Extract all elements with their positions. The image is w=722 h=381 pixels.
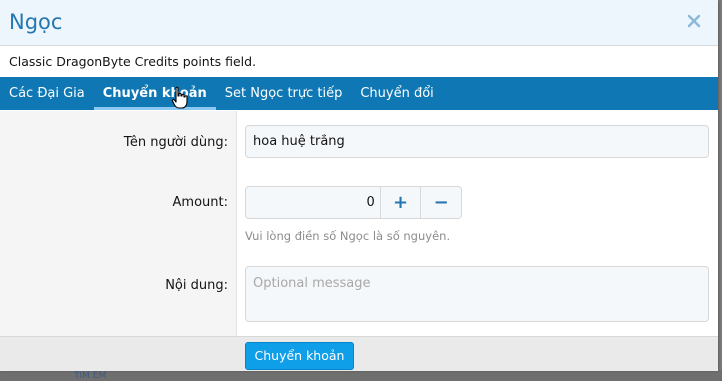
amount-label: Amount: xyxy=(172,195,228,210)
form-footer: Chuyển khoản xyxy=(0,336,718,371)
amount-hint: Vui lòng điền số Ngọc là số nguyên. xyxy=(245,229,451,243)
close-icon xyxy=(687,14,701,28)
overlay-header: Ngọc xyxy=(0,0,718,46)
transfer-submit-button[interactable]: Chuyển khoản xyxy=(245,342,354,370)
form-body: Tên người dùng: Amount: 0 + − Vui lòng đ… xyxy=(0,111,718,336)
form-divider xyxy=(236,111,237,336)
amount-stepper: 0 + − xyxy=(245,186,462,219)
decrement-button[interactable]: − xyxy=(420,187,461,218)
minus-icon: − xyxy=(433,192,449,213)
close-button[interactable] xyxy=(682,9,706,33)
message-textarea[interactable]: Optional message xyxy=(245,266,709,322)
background-page xyxy=(0,370,722,381)
background-text: TIM EM xyxy=(74,371,107,381)
tab-chuyen-khoan[interactable]: Chuyển khoản xyxy=(93,77,216,110)
tab-bar: Các Đại Gia Chuyển khoản Set Ngọc trực t… xyxy=(0,77,718,110)
amount-input[interactable]: 0 xyxy=(246,187,380,218)
tab-set-ngoc-truc-tiep[interactable]: Set Ngọc trực tiếp xyxy=(216,77,352,110)
tab-chuyen-doi[interactable]: Chuyển đổi xyxy=(351,77,442,110)
overlay-title: Ngọc xyxy=(9,10,63,34)
username-label: Tên người dùng: xyxy=(123,135,228,150)
overlay-dialog: Ngọc Classic DragonByte Credits points f… xyxy=(0,0,718,371)
username-input[interactable] xyxy=(245,125,709,158)
tab-cac-dai-gia[interactable]: Các Đại Gia xyxy=(0,77,94,110)
plus-icon: + xyxy=(393,192,409,213)
overlay-description: Classic DragonByte Credits points field. xyxy=(0,46,718,77)
increment-button[interactable]: + xyxy=(379,187,421,218)
message-label: Nội dung: xyxy=(165,278,228,293)
